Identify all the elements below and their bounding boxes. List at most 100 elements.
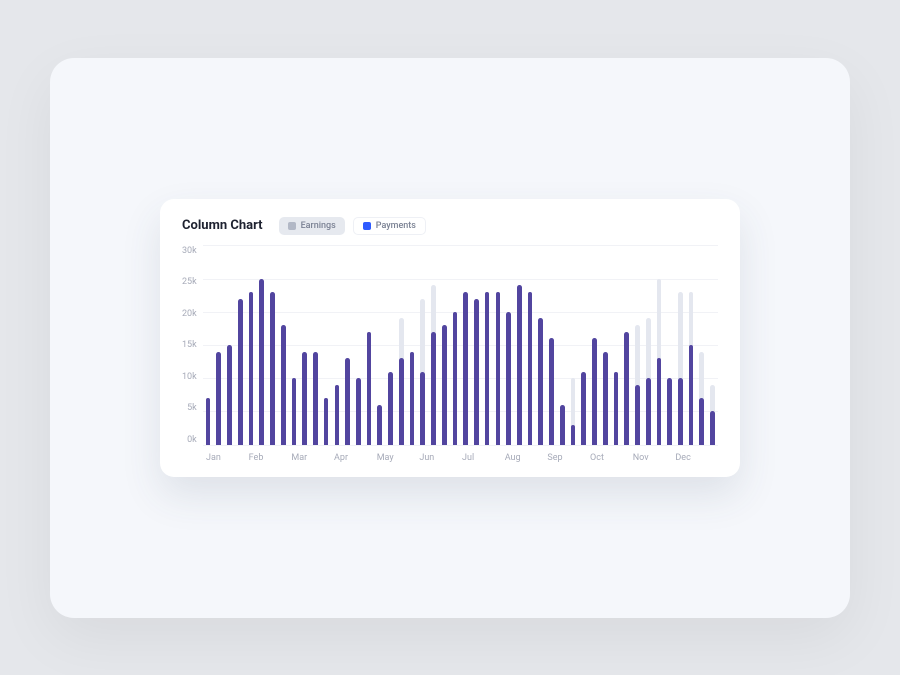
bar-payments [206, 398, 211, 444]
legend-swatch-icon [363, 222, 371, 230]
chart-legend: Earnings Payments [279, 217, 426, 235]
bar-payments [388, 372, 393, 445]
bar-slot [226, 246, 233, 445]
bar-payments [367, 332, 372, 445]
bar-slot [334, 246, 341, 445]
bar-slot [344, 246, 351, 445]
bar-payments [259, 279, 264, 445]
legend-label: Earnings [301, 221, 336, 231]
bar-slot [215, 246, 222, 445]
bar-payments [571, 425, 576, 445]
bar-slot [398, 246, 405, 445]
bar-slot [430, 246, 437, 445]
bar-payments [560, 405, 565, 445]
bar-slot [376, 246, 383, 445]
bar-slot [312, 246, 319, 445]
bar-payments [270, 292, 275, 445]
bar-slot [559, 246, 566, 445]
bar-slot [452, 246, 459, 445]
bar-slot [237, 246, 244, 445]
legend-label: Payments [376, 221, 416, 231]
bar-slot [419, 246, 426, 445]
x-tick: Sep [547, 453, 590, 463]
bar-payments [517, 285, 522, 444]
chart-card: Column Chart Earnings Payments 30k 25k 2… [160, 199, 740, 477]
bar-payments [635, 385, 640, 445]
bar-slot [537, 246, 544, 445]
x-tick: Jul [462, 453, 505, 463]
bar-slot [484, 246, 491, 445]
y-tick: 20k [182, 310, 197, 319]
x-axis: Jan Feb Mar Apr May Jun Jul Aug Sep Oct … [206, 453, 718, 463]
bar-payments [667, 378, 672, 444]
x-tick: Feb [249, 453, 292, 463]
bar-payments [496, 292, 501, 445]
plot-wrap: 30k 25k 20k 15k 10k 5k 0k [182, 245, 718, 445]
chart-title: Column Chart [182, 218, 263, 233]
bar-payments [657, 358, 662, 444]
plot-area [203, 245, 718, 445]
chart-header: Column Chart Earnings Payments [182, 217, 718, 235]
bar-slot [623, 246, 630, 445]
bar-slot [613, 246, 620, 445]
bar-slot [258, 246, 265, 445]
bar-payments [528, 292, 533, 445]
bar-payments [313, 352, 318, 445]
bar-slot [323, 246, 330, 445]
bar-payments [431, 332, 436, 445]
bar-slot [580, 246, 587, 445]
x-tick: Dec [675, 453, 718, 463]
bar-payments [624, 332, 629, 445]
bar-payments [453, 312, 458, 445]
bar-slot [355, 246, 362, 445]
x-tick: Jan [206, 453, 249, 463]
x-tick: Jun [419, 453, 462, 463]
bar-slot [495, 246, 502, 445]
bar-payments [678, 378, 683, 444]
bar-payments [227, 345, 232, 445]
y-tick: 15k [182, 341, 197, 350]
bar-payments [592, 338, 597, 444]
page-backdrop: Column Chart Earnings Payments 30k 25k 2… [50, 58, 850, 618]
bar-payments [699, 398, 704, 444]
gridline [203, 445, 718, 446]
bar-payments [281, 325, 286, 444]
x-tick: Aug [505, 453, 548, 463]
x-tick: May [377, 453, 420, 463]
bar-payments [399, 358, 404, 444]
bar-slot [656, 246, 663, 445]
legend-item-payments[interactable]: Payments [353, 217, 426, 235]
bar-payments [549, 338, 554, 444]
y-tick: 30k [182, 247, 197, 256]
bar-slot [602, 246, 609, 445]
y-axis: 30k 25k 20k 15k 10k 5k 0k [182, 245, 197, 445]
x-tick: Mar [291, 453, 334, 463]
bar-slot [505, 246, 512, 445]
bar-payments [420, 372, 425, 445]
bar-slot [441, 246, 448, 445]
bar-payments [603, 352, 608, 445]
bar-slot [280, 246, 287, 445]
bar-payments [506, 312, 511, 445]
bar-payments [238, 299, 243, 445]
y-tick: 10k [182, 373, 197, 382]
bar-payments [345, 358, 350, 444]
bar-slot [666, 246, 673, 445]
bar-payments [249, 292, 254, 445]
bar-slot [301, 246, 308, 445]
bar-slot [527, 246, 534, 445]
bar-slot [205, 246, 212, 445]
legend-item-earnings[interactable]: Earnings [279, 217, 345, 235]
y-tick: 25k [182, 278, 197, 287]
bar-slot [409, 246, 416, 445]
bar-slot [570, 246, 577, 445]
bar-payments [463, 292, 468, 445]
bar-payments [292, 378, 297, 444]
bar-payments [216, 352, 221, 445]
bar-payments [581, 372, 586, 445]
bar-payments [710, 411, 715, 444]
bar-slot [516, 246, 523, 445]
x-tick: Apr [334, 453, 377, 463]
bar-slot [688, 246, 695, 445]
bar-slot [698, 246, 705, 445]
